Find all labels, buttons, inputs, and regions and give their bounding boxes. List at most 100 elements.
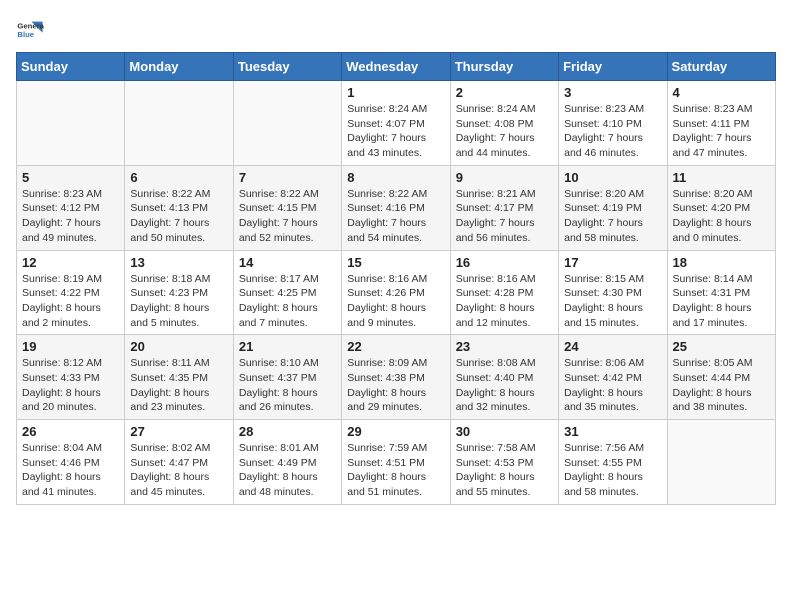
day-info: Sunrise: 8:24 AM Sunset: 4:08 PM Dayligh… bbox=[456, 102, 553, 161]
day-number: 4 bbox=[673, 85, 770, 100]
day-number: 3 bbox=[564, 85, 661, 100]
day-info: Sunrise: 8:15 AM Sunset: 4:30 PM Dayligh… bbox=[564, 272, 661, 331]
calendar-cell: 13 Sunrise: 8:18 AM Sunset: 4:23 PM Dayli… bbox=[125, 250, 233, 335]
calendar-header-row: SundayMondayTuesdayWednesdayThursdayFrid… bbox=[17, 53, 776, 81]
day-info: Sunrise: 8:22 AM Sunset: 4:13 PM Dayligh… bbox=[130, 187, 227, 246]
calendar-header-saturday: Saturday bbox=[667, 53, 775, 81]
calendar-week-row: 12 Sunrise: 8:19 AM Sunset: 4:22 PM Dayli… bbox=[17, 250, 776, 335]
calendar-table: SundayMondayTuesdayWednesdayThursdayFrid… bbox=[16, 52, 776, 505]
calendar-cell: 10 Sunrise: 8:20 AM Sunset: 4:19 PM Dayli… bbox=[559, 165, 667, 250]
day-number: 14 bbox=[239, 255, 336, 270]
day-number: 6 bbox=[130, 170, 227, 185]
day-number: 5 bbox=[22, 170, 119, 185]
calendar-cell: 27 Sunrise: 8:02 AM Sunset: 4:47 PM Dayli… bbox=[125, 420, 233, 505]
calendar-header-friday: Friday bbox=[559, 53, 667, 81]
calendar-week-row: 26 Sunrise: 8:04 AM Sunset: 4:46 PM Dayli… bbox=[17, 420, 776, 505]
day-info: Sunrise: 7:58 AM Sunset: 4:53 PM Dayligh… bbox=[456, 441, 553, 500]
day-info: Sunrise: 8:19 AM Sunset: 4:22 PM Dayligh… bbox=[22, 272, 119, 331]
calendar-cell: 6 Sunrise: 8:22 AM Sunset: 4:13 PM Daylig… bbox=[125, 165, 233, 250]
calendar-header-monday: Monday bbox=[125, 53, 233, 81]
day-number: 11 bbox=[673, 170, 770, 185]
logo-icon: General Blue bbox=[16, 16, 44, 44]
day-number: 8 bbox=[347, 170, 444, 185]
svg-text:General: General bbox=[17, 22, 44, 31]
day-info: Sunrise: 8:17 AM Sunset: 4:25 PM Dayligh… bbox=[239, 272, 336, 331]
calendar-week-row: 19Sunrise: 8:12 AM Sunset: 4:33 PM Dayli… bbox=[17, 335, 776, 420]
day-info: Sunrise: 8:11 AM Sunset: 4:35 PM Dayligh… bbox=[130, 356, 227, 415]
calendar-cell: 30 Sunrise: 7:58 AM Sunset: 4:53 PM Dayli… bbox=[450, 420, 558, 505]
day-number: 7 bbox=[239, 170, 336, 185]
calendar-cell: 8Sunrise: 8:22 AM Sunset: 4:16 PM Daylig… bbox=[342, 165, 450, 250]
day-number: 22 bbox=[347, 339, 444, 354]
day-info: Sunrise: 8:23 AM Sunset: 4:12 PM Dayligh… bbox=[22, 187, 119, 246]
day-info: Sunrise: 8:06 AM Sunset: 4:42 PM Dayligh… bbox=[564, 356, 661, 415]
day-info: Sunrise: 8:16 AM Sunset: 4:26 PM Dayligh… bbox=[347, 272, 444, 331]
calendar-cell: 22Sunrise: 8:09 AM Sunset: 4:38 PM Dayli… bbox=[342, 335, 450, 420]
logo: General Blue bbox=[16, 16, 44, 44]
calendar-cell bbox=[17, 81, 125, 166]
calendar-cell bbox=[233, 81, 341, 166]
day-info: Sunrise: 8:10 AM Sunset: 4:37 PM Dayligh… bbox=[239, 356, 336, 415]
day-number: 24 bbox=[564, 339, 661, 354]
calendar-cell: 17 Sunrise: 8:15 AM Sunset: 4:30 PM Dayli… bbox=[559, 250, 667, 335]
day-info: Sunrise: 8:21 AM Sunset: 4:17 PM Dayligh… bbox=[456, 187, 553, 246]
svg-text:Blue: Blue bbox=[17, 30, 34, 39]
calendar-header-sunday: Sunday bbox=[17, 53, 125, 81]
day-number: 19 bbox=[22, 339, 119, 354]
page-header: General Blue bbox=[16, 16, 776, 44]
day-info: Sunrise: 8:24 AM Sunset: 4:07 PM Dayligh… bbox=[347, 102, 444, 161]
day-number: 12 bbox=[22, 255, 119, 270]
day-number: 2 bbox=[456, 85, 553, 100]
calendar-cell: 1 Sunrise: 8:24 AM Sunset: 4:07 PM Daylig… bbox=[342, 81, 450, 166]
calendar-header-wednesday: Wednesday bbox=[342, 53, 450, 81]
day-info: Sunrise: 7:59 AM Sunset: 4:51 PM Dayligh… bbox=[347, 441, 444, 500]
day-info: Sunrise: 8:20 AM Sunset: 4:19 PM Dayligh… bbox=[564, 187, 661, 246]
day-number: 27 bbox=[130, 424, 227, 439]
day-info: Sunrise: 8:04 AM Sunset: 4:46 PM Dayligh… bbox=[22, 441, 119, 500]
day-number: 13 bbox=[130, 255, 227, 270]
calendar-cell: 12 Sunrise: 8:19 AM Sunset: 4:22 PM Dayli… bbox=[17, 250, 125, 335]
day-number: 10 bbox=[564, 170, 661, 185]
day-number: 21 bbox=[239, 339, 336, 354]
day-number: 20 bbox=[130, 339, 227, 354]
calendar-cell: 4 Sunrise: 8:23 AM Sunset: 4:11 PM Daylig… bbox=[667, 81, 775, 166]
calendar-cell: 29 Sunrise: 7:59 AM Sunset: 4:51 PM Dayli… bbox=[342, 420, 450, 505]
day-info: Sunrise: 8:23 AM Sunset: 4:10 PM Dayligh… bbox=[564, 102, 661, 161]
calendar-cell: 5 Sunrise: 8:23 AM Sunset: 4:12 PM Daylig… bbox=[17, 165, 125, 250]
day-number: 30 bbox=[456, 424, 553, 439]
calendar-cell: 25 Sunrise: 8:05 AM Sunset: 4:44 PM Dayli… bbox=[667, 335, 775, 420]
day-number: 1 bbox=[347, 85, 444, 100]
day-number: 15 bbox=[347, 255, 444, 270]
calendar-cell: 24 Sunrise: 8:06 AM Sunset: 4:42 PM Dayli… bbox=[559, 335, 667, 420]
day-info: Sunrise: 8:16 AM Sunset: 4:28 PM Dayligh… bbox=[456, 272, 553, 331]
day-info: Sunrise: 7:56 AM Sunset: 4:55 PM Dayligh… bbox=[564, 441, 661, 500]
day-info: Sunrise: 8:05 AM Sunset: 4:44 PM Dayligh… bbox=[673, 356, 770, 415]
calendar-cell: 28 Sunrise: 8:01 AM Sunset: 4:49 PM Dayli… bbox=[233, 420, 341, 505]
day-number: 29 bbox=[347, 424, 444, 439]
day-number: 17 bbox=[564, 255, 661, 270]
day-info: Sunrise: 8:18 AM Sunset: 4:23 PM Dayligh… bbox=[130, 272, 227, 331]
calendar-week-row: 1 Sunrise: 8:24 AM Sunset: 4:07 PM Daylig… bbox=[17, 81, 776, 166]
calendar-cell: 15 Sunrise: 8:16 AM Sunset: 4:26 PM Dayli… bbox=[342, 250, 450, 335]
calendar-cell: 31Sunrise: 7:56 AM Sunset: 4:55 PM Dayli… bbox=[559, 420, 667, 505]
day-number: 28 bbox=[239, 424, 336, 439]
day-number: 23 bbox=[456, 339, 553, 354]
calendar-cell bbox=[667, 420, 775, 505]
day-info: Sunrise: 8:22 AM Sunset: 4:15 PM Dayligh… bbox=[239, 187, 336, 246]
calendar-cell: 16Sunrise: 8:16 AM Sunset: 4:28 PM Dayli… bbox=[450, 250, 558, 335]
calendar-cell: 20 Sunrise: 8:11 AM Sunset: 4:35 PM Dayli… bbox=[125, 335, 233, 420]
calendar-week-row: 5 Sunrise: 8:23 AM Sunset: 4:12 PM Daylig… bbox=[17, 165, 776, 250]
calendar-header-tuesday: Tuesday bbox=[233, 53, 341, 81]
calendar-cell: 9 Sunrise: 8:21 AM Sunset: 4:17 PM Daylig… bbox=[450, 165, 558, 250]
day-number: 9 bbox=[456, 170, 553, 185]
calendar-cell: 3 Sunrise: 8:23 AM Sunset: 4:10 PM Daylig… bbox=[559, 81, 667, 166]
day-info: Sunrise: 8:23 AM Sunset: 4:11 PM Dayligh… bbox=[673, 102, 770, 161]
calendar-cell: 2 Sunrise: 8:24 AM Sunset: 4:08 PM Daylig… bbox=[450, 81, 558, 166]
calendar-cell bbox=[125, 81, 233, 166]
day-info: Sunrise: 8:02 AM Sunset: 4:47 PM Dayligh… bbox=[130, 441, 227, 500]
calendar-cell: 7 Sunrise: 8:22 AM Sunset: 4:15 PM Daylig… bbox=[233, 165, 341, 250]
calendar-header-thursday: Thursday bbox=[450, 53, 558, 81]
day-number: 26 bbox=[22, 424, 119, 439]
day-info: Sunrise: 8:01 AM Sunset: 4:49 PM Dayligh… bbox=[239, 441, 336, 500]
day-number: 25 bbox=[673, 339, 770, 354]
